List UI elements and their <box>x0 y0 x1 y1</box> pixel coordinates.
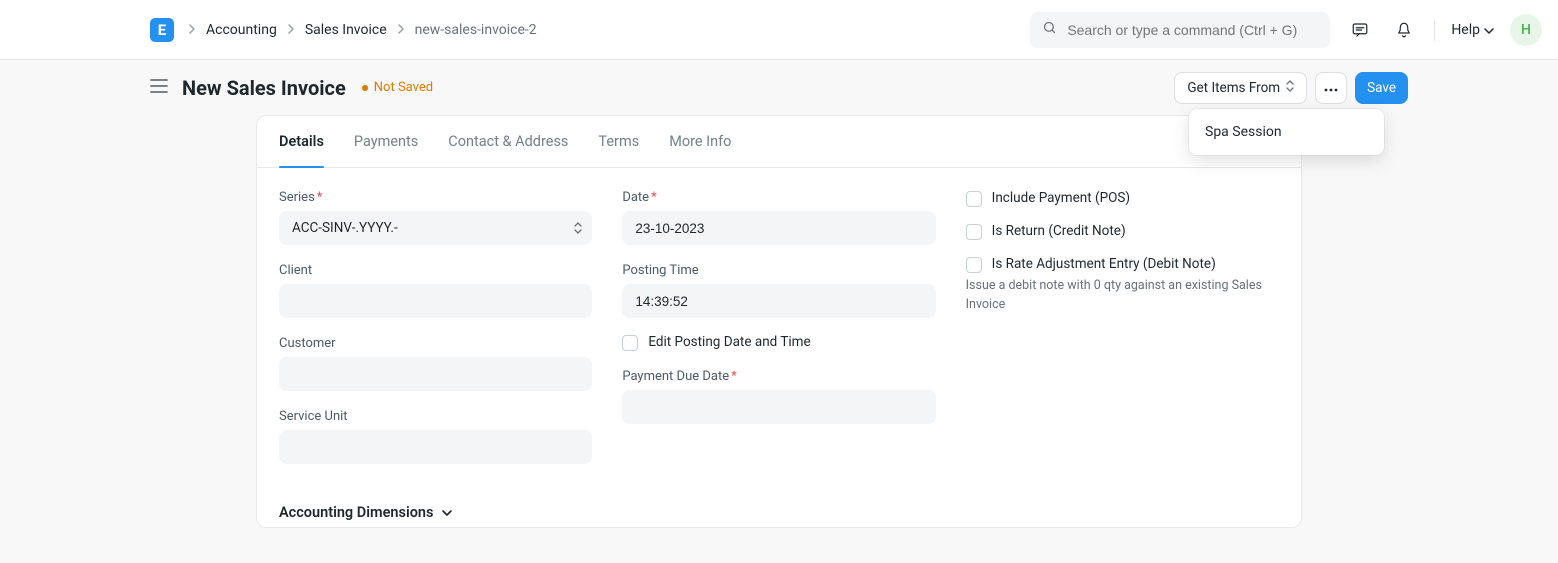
breadcrumb: Accounting Sales Invoice new-sales-invoi… <box>188 22 537 38</box>
is-rate-adj-label: Is Rate Adjustment Entry (Debit Note) <box>992 256 1216 272</box>
sidebar-toggle-icon[interactable] <box>150 79 168 97</box>
search-icon <box>1042 20 1057 39</box>
status-dot-icon <box>362 85 368 91</box>
breadcrumb-current: new-sales-invoice-2 <box>415 22 537 38</box>
edit-posting-label: Edit Posting Date and Time <box>648 334 810 350</box>
get-items-from-label: Get Items From <box>1187 80 1280 96</box>
help-dropdown[interactable]: Help <box>1451 22 1494 38</box>
status-badge: Not Saved <box>362 80 433 95</box>
is-rate-adj-checkbox[interactable] <box>966 257 982 273</box>
get-items-from-button[interactable]: Get Items From <box>1174 72 1307 104</box>
tab-details[interactable]: Details <box>279 116 324 167</box>
is-return-label: Is Return (Credit Note) <box>992 223 1126 239</box>
posting-time-label: Posting Time <box>622 263 935 278</box>
payment-due-date-label: Payment Due Date* <box>622 369 935 384</box>
customer-input[interactable] <box>279 357 592 391</box>
save-button[interactable]: Save <box>1355 72 1408 104</box>
date-input[interactable] <box>622 211 935 245</box>
tab-contact-address[interactable]: Contact & Address <box>448 116 568 167</box>
tab-more-info[interactable]: More Info <box>669 116 731 167</box>
dropdown-item-spa-session[interactable]: Spa Session <box>1189 115 1384 149</box>
page-header: New Sales Invoice Not Saved Get Items Fr… <box>0 60 1558 115</box>
breadcrumb-accounting[interactable]: Accounting <box>206 22 277 38</box>
breadcrumb-sales-invoice[interactable]: Sales Invoice <box>305 22 387 38</box>
status-text: Not Saved <box>374 80 433 95</box>
chevron-right-icon <box>188 22 196 38</box>
top-navbar: E Accounting Sales Invoice new-sales-inv… <box>0 0 1558 60</box>
tab-payments[interactable]: Payments <box>354 116 418 167</box>
bell-icon[interactable] <box>1390 16 1418 44</box>
chevron-right-icon <box>287 22 295 38</box>
chevron-down-icon <box>441 504 453 521</box>
date-label: Date* <box>622 190 935 205</box>
is-rate-adj-description: Issue a debit note with 0 qty against an… <box>966 277 1279 315</box>
service-unit-label: Service Unit <box>279 409 592 424</box>
chat-icon[interactable] <box>1346 16 1374 44</box>
search-input[interactable] <box>1067 22 1318 38</box>
select-arrows-icon <box>574 222 582 234</box>
series-label: Series* <box>279 190 592 205</box>
posting-time-input[interactable] <box>622 284 935 318</box>
client-input[interactable] <box>279 284 592 318</box>
include-payment-label: Include Payment (POS) <box>992 190 1130 206</box>
accounting-dimensions-section[interactable]: Accounting Dimensions <box>257 486 1301 527</box>
dots-horizontal-icon <box>1324 80 1338 96</box>
avatar[interactable]: H <box>1510 14 1542 46</box>
select-arrows-icon <box>1286 80 1294 96</box>
form-tabs: Details Payments Contact & Address Terms… <box>257 116 1301 168</box>
series-select[interactable]: ACC-SINV-.YYYY.- <box>279 211 592 245</box>
page-title: New Sales Invoice <box>182 76 346 100</box>
get-items-from-dropdown: Spa Session <box>1189 109 1384 155</box>
app-logo[interactable]: E <box>150 18 174 42</box>
is-return-checkbox[interactable] <box>966 224 982 240</box>
include-payment-checkbox[interactable] <box>966 191 982 207</box>
service-unit-input[interactable] <box>279 430 592 464</box>
global-search[interactable] <box>1030 12 1330 48</box>
accounting-dimensions-label: Accounting Dimensions <box>279 504 433 521</box>
edit-posting-checkbox[interactable] <box>622 335 638 351</box>
customer-label: Customer <box>279 336 592 351</box>
tab-terms[interactable]: Terms <box>598 116 639 167</box>
help-label: Help <box>1451 22 1480 38</box>
chevron-right-icon <box>397 22 405 38</box>
more-menu-button[interactable] <box>1315 72 1347 104</box>
payment-due-date-input[interactable] <box>622 390 935 424</box>
chevron-down-icon <box>1484 22 1494 38</box>
form-body: Series* ACC-SINV-.YYYY.- Client Customer <box>257 168 1301 486</box>
form-card: Details Payments Contact & Address Terms… <box>256 115 1302 528</box>
client-label: Client <box>279 263 592 278</box>
nav-separator <box>1434 19 1435 41</box>
